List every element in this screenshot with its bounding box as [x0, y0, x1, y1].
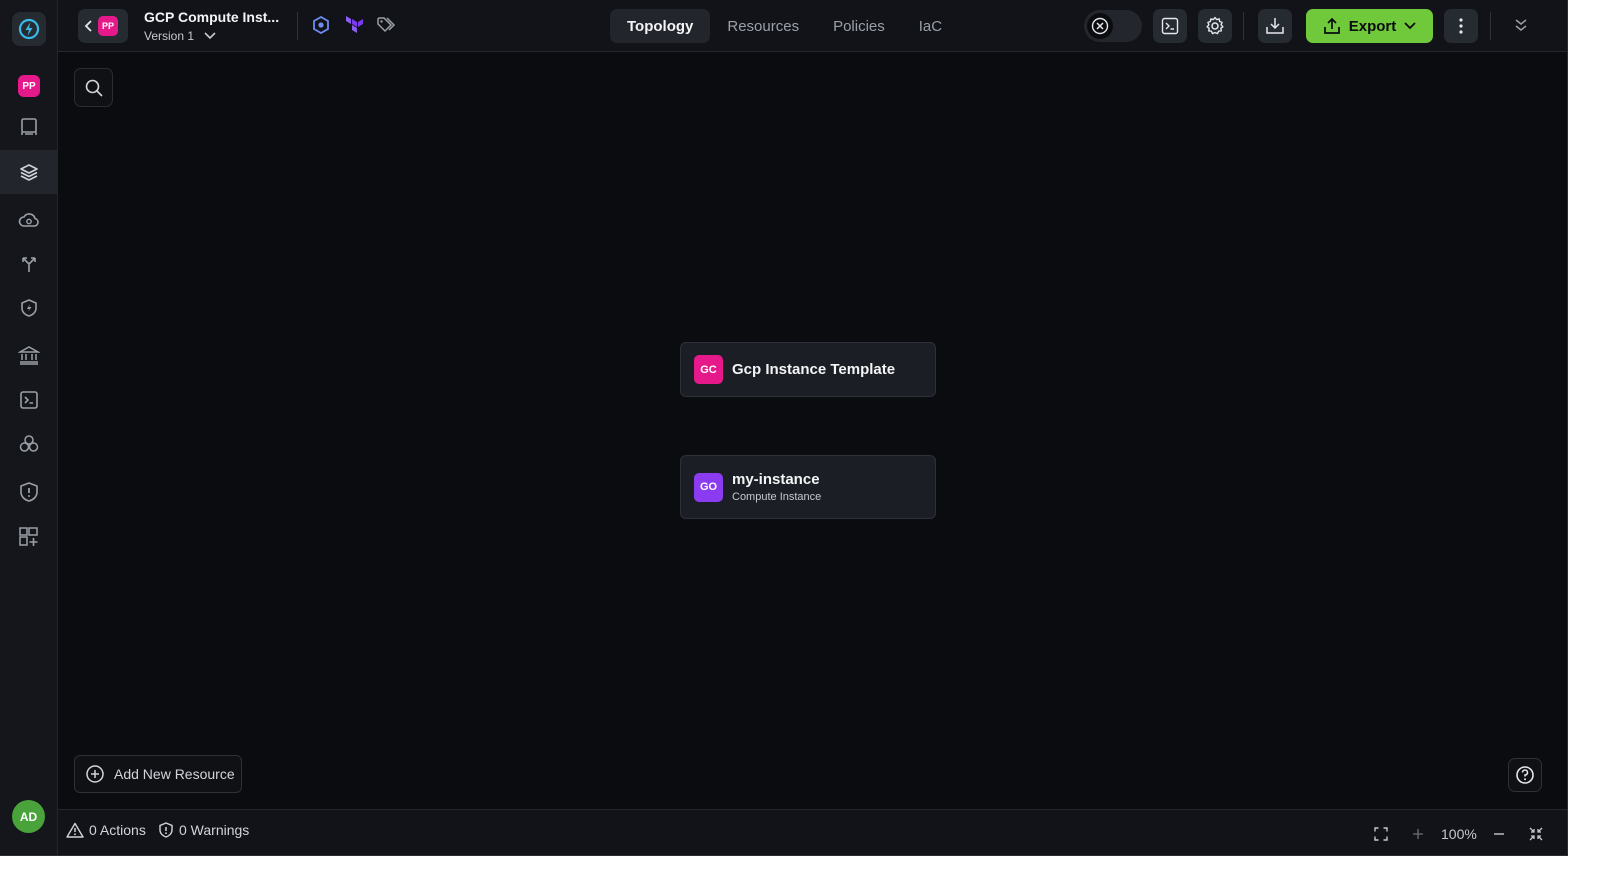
variable-x-icon [1091, 17, 1109, 35]
sidebar-item-terminal[interactable] [0, 378, 58, 422]
warnings-count: 0 Warnings [179, 822, 250, 838]
minus-icon [1494, 832, 1504, 835]
logo-icon [18, 18, 40, 40]
help-button[interactable] [1508, 758, 1542, 792]
console-button[interactable] [1153, 9, 1187, 43]
canvas-search-button[interactable] [74, 68, 113, 107]
workspace-avatar[interactable]: PP [18, 75, 40, 97]
shield-bolt-icon [21, 299, 37, 317]
shield-alert-icon [159, 822, 173, 838]
tab-policies[interactable]: Policies [816, 9, 902, 43]
add-new-resource-label: Add New Resource [114, 766, 235, 782]
sidebar-item-policies[interactable] [0, 470, 58, 514]
upload-icon [1323, 17, 1340, 34]
more-options-button[interactable] [1444, 9, 1478, 43]
question-circle-icon [1516, 766, 1534, 784]
version-label: Version 1 [144, 29, 195, 43]
double-chevron-down-icon [1515, 19, 1527, 31]
actions-count: 0 Actions [89, 822, 146, 838]
import-button[interactable] [1258, 9, 1292, 43]
resource-badge: GC [694, 355, 723, 384]
app-window: PP AD PP GCP Compute Inst... Version 1 T… [0, 0, 1568, 856]
bank-icon [18, 346, 40, 365]
gear-icon [1206, 16, 1224, 35]
grid-plus-icon [19, 527, 38, 546]
zoom-in-button[interactable] [1412, 810, 1424, 855]
app-logo[interactable] [12, 12, 46, 46]
warning-triangle-icon [66, 822, 84, 838]
resource-type: Compute Instance [732, 491, 822, 503]
terminal-icon [20, 391, 38, 409]
sidebar-item-cloud[interactable] [0, 198, 58, 242]
resource-badge: GO [694, 472, 723, 502]
divider [297, 12, 298, 40]
layers-icon [20, 164, 38, 181]
sidebar-item-add-blueprint[interactable] [0, 515, 58, 559]
fit-view-button[interactable] [1374, 810, 1388, 855]
toggle-knob [1087, 13, 1113, 39]
tab-resources[interactable]: Resources [710, 9, 816, 43]
settings-button[interactable] [1198, 9, 1232, 43]
plus-icon [1413, 828, 1423, 839]
terminal-icon [1161, 17, 1179, 35]
fullscreen-button[interactable] [1529, 810, 1543, 855]
terraform-icon[interactable] [343, 14, 365, 36]
divider [1243, 12, 1244, 40]
search-icon [85, 79, 103, 97]
fit-view-icon [1374, 826, 1388, 841]
status-bar: 0 Actions 0 Warnings 100% [58, 809, 1567, 855]
shield-alert-icon [20, 482, 38, 502]
collapse-arrows-icon [1529, 827, 1543, 840]
hexagon-icon [313, 16, 329, 34]
actions-status[interactable]: 0 Actions [66, 822, 146, 838]
export-label: Export [1348, 17, 1397, 35]
sidebar-item-catalog[interactable] [0, 105, 58, 149]
cubes-icon [19, 435, 39, 452]
chevron-left-icon [84, 20, 92, 32]
resource-node-compute-instance[interactable]: GO my-instance Compute Instance [680, 455, 936, 519]
sidebar-item-branches[interactable] [0, 242, 58, 286]
user-avatar[interactable]: AD [12, 800, 45, 833]
chevron-down-icon [204, 32, 216, 40]
add-new-resource-button[interactable]: Add New Resource [74, 755, 242, 793]
tags-icon [377, 17, 396, 33]
export-button[interactable]: Export [1306, 9, 1433, 43]
back-button[interactable]: PP [78, 9, 128, 43]
resource-name: my-instance [732, 471, 820, 488]
plus-circle-icon [86, 765, 104, 783]
resource-node-instance-template[interactable]: GC Gcp Instance Template [680, 342, 936, 397]
git-branch-icon [22, 257, 36, 272]
terraform-logo-icon [346, 16, 363, 33]
kebab-menu-icon [1459, 18, 1463, 34]
variables-toggle[interactable] [1084, 10, 1142, 42]
divider [1490, 12, 1491, 40]
catalog-icon [21, 118, 37, 135]
project-title: GCP Compute Inst... [144, 9, 280, 25]
version-selector[interactable]: Version 1 [144, 29, 216, 43]
zoom-level: 100% [1441, 825, 1477, 842]
collapse-panel-button[interactable] [1510, 14, 1532, 36]
warnings-status[interactable]: 0 Warnings [158, 822, 249, 838]
sidebar-item-modules[interactable] [0, 422, 58, 466]
cloud-icon [18, 213, 39, 227]
tab-topology[interactable]: Topology [610, 9, 711, 43]
tags-icon-button[interactable] [376, 14, 398, 36]
tab-iac[interactable]: IaC [902, 9, 959, 43]
cloud-provider-icon[interactable] [310, 14, 332, 36]
view-tabs: Topology Resources Policies IaC [610, 9, 959, 43]
sidebar-item-layers[interactable] [0, 150, 58, 194]
resource-name: Gcp Instance Template [732, 361, 896, 378]
sidebar-item-governance[interactable] [0, 333, 58, 377]
left-rail: PP AD [0, 0, 58, 855]
top-header: PP GCP Compute Inst... Version 1 Topolog… [58, 0, 1567, 52]
sidebar-item-security[interactable] [0, 286, 58, 330]
download-tray-icon [1266, 18, 1284, 34]
zoom-out-button[interactable] [1493, 810, 1505, 855]
workspace-badge: PP [98, 16, 118, 36]
chevron-down-icon [1404, 22, 1416, 30]
